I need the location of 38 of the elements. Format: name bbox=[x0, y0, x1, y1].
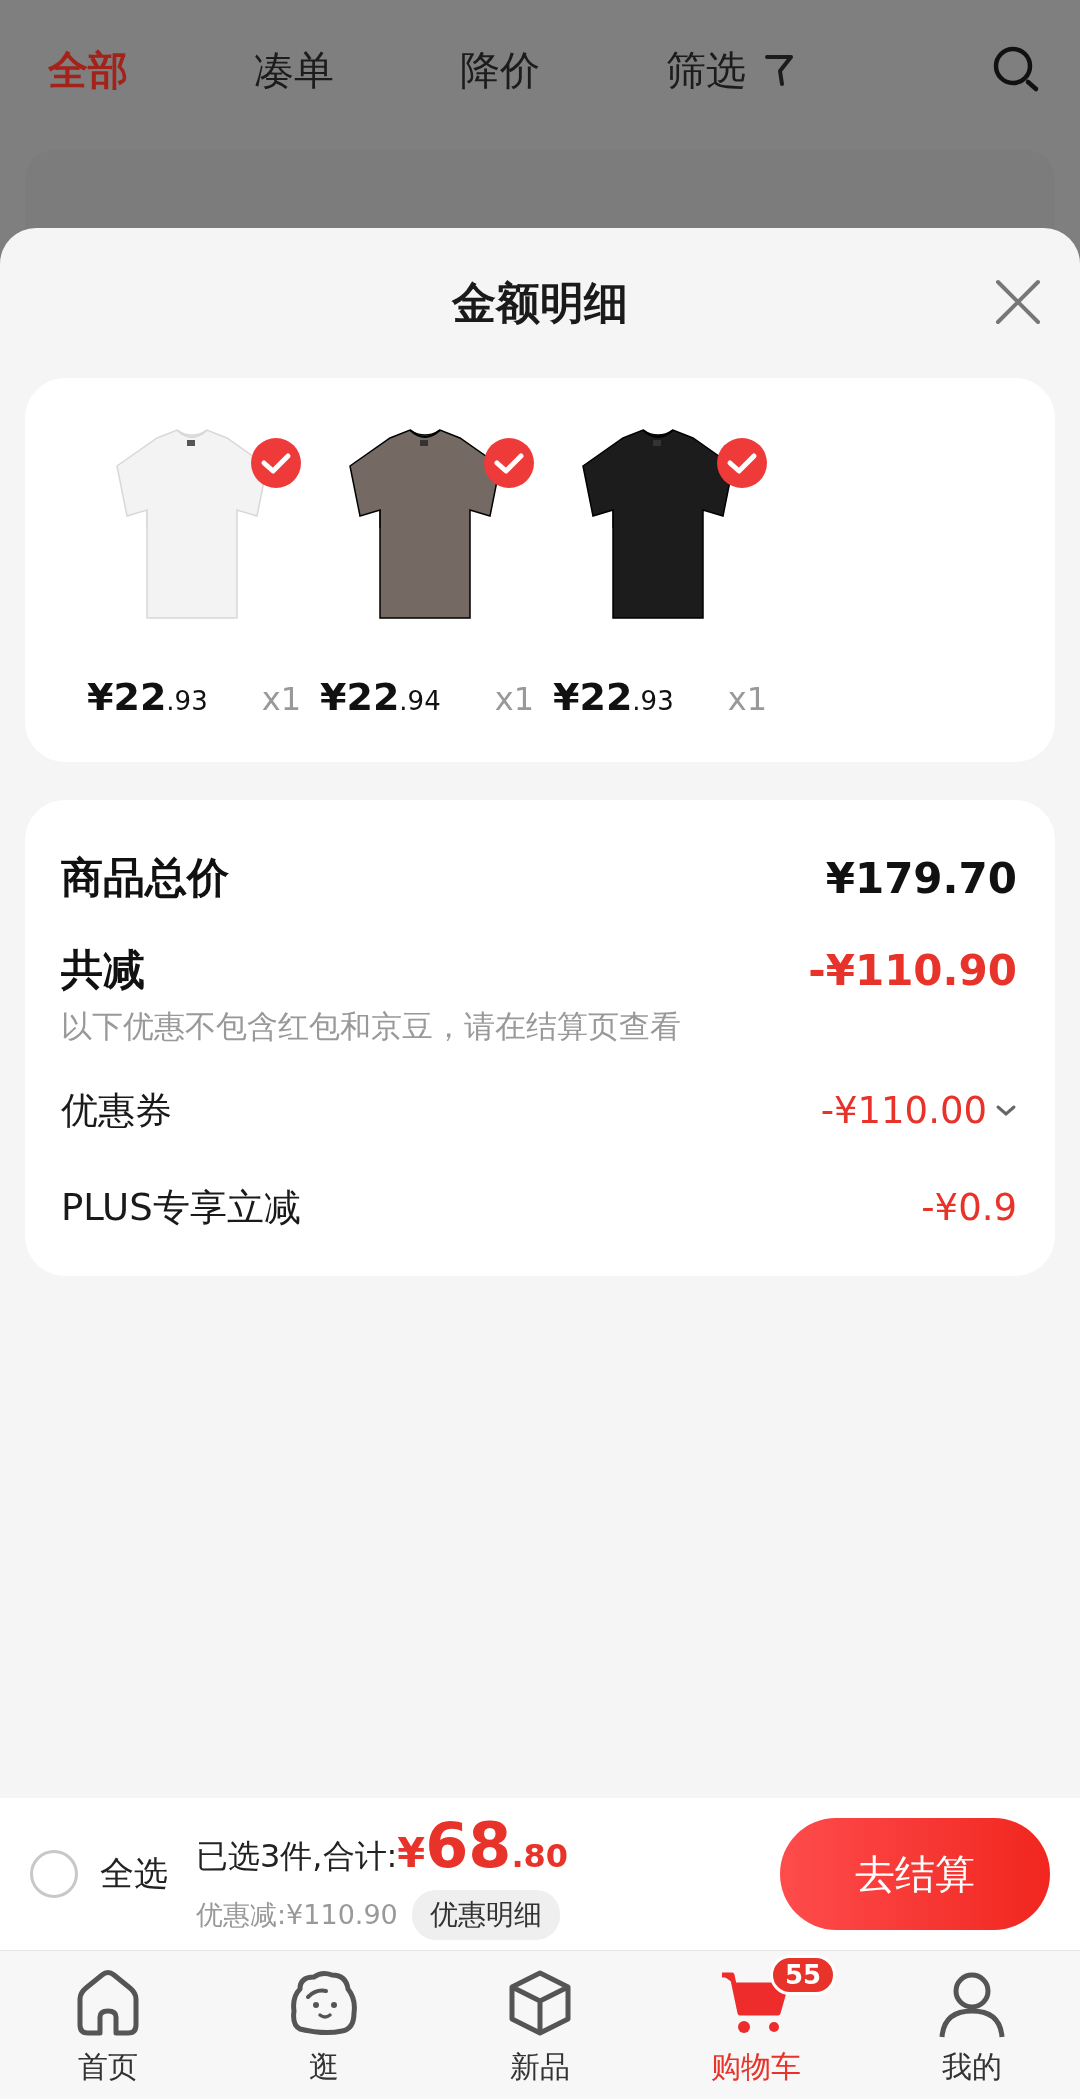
discount-amount: -¥0.9 bbox=[921, 1186, 1017, 1229]
product-price: ¥22.94 bbox=[320, 675, 441, 719]
total-label: 商品总价 bbox=[61, 852, 229, 904]
nav-tab[interactable]: 55 购物车 bbox=[648, 1951, 864, 2099]
selected-summary: 已选3件,合计: bbox=[196, 1835, 398, 1877]
filter-tab[interactable]: 降价 bbox=[460, 42, 540, 98]
discount-item-label: PLUS专享立减 bbox=[61, 1184, 301, 1231]
saving-text: 优惠减:¥110.90 bbox=[196, 1897, 398, 1932]
select-all-radio[interactable] bbox=[30, 1850, 78, 1898]
count-badge: 55 bbox=[770, 1955, 837, 1995]
nav-tab[interactable]: 新品 bbox=[432, 1951, 648, 2099]
quantity: x1 bbox=[494, 680, 534, 718]
discount-note: 以下优惠不包含红包和京豆，请在结算页查看 bbox=[61, 1007, 682, 1046]
select-all-label[interactable]: 全选 bbox=[100, 1851, 168, 1897]
nav-tab[interactable]: 我的 bbox=[864, 1951, 1080, 2099]
discount-detail-button[interactable]: 优惠明细 bbox=[411, 1889, 560, 1940]
product-price: ¥22.93 bbox=[87, 675, 208, 719]
checkout-button[interactable]: 去结算 bbox=[780, 1818, 1050, 1930]
sheet-title: 金额明细 bbox=[452, 275, 628, 330]
filter-icon bbox=[764, 53, 794, 87]
quantity: x1 bbox=[727, 680, 767, 718]
nav-tab[interactable]: 逛 bbox=[216, 1951, 432, 2099]
total-amount: ¥68.80 bbox=[397, 1808, 569, 1882]
check-icon[interactable] bbox=[251, 438, 301, 488]
filter-tab[interactable]: 筛选 bbox=[666, 42, 794, 98]
discount-label: 共减 bbox=[61, 944, 145, 996]
discount-item-label: 优惠券 bbox=[61, 1087, 172, 1134]
discount-total: -¥110.90 bbox=[808, 945, 1017, 995]
nav-tab[interactable]: 首页 bbox=[0, 1951, 216, 2099]
total-price: ¥179.70 bbox=[825, 853, 1017, 903]
product-price: ¥22.93 bbox=[553, 675, 674, 719]
check-icon[interactable] bbox=[484, 438, 534, 488]
filter-tab[interactable]: 凑单 bbox=[254, 42, 334, 98]
quantity: x1 bbox=[261, 680, 301, 718]
chevron-icon[interactable] bbox=[995, 1103, 1017, 1118]
discount-amount: -¥110.00 bbox=[820, 1089, 987, 1132]
close-icon bbox=[994, 278, 1042, 326]
check-icon[interactable] bbox=[717, 438, 767, 488]
